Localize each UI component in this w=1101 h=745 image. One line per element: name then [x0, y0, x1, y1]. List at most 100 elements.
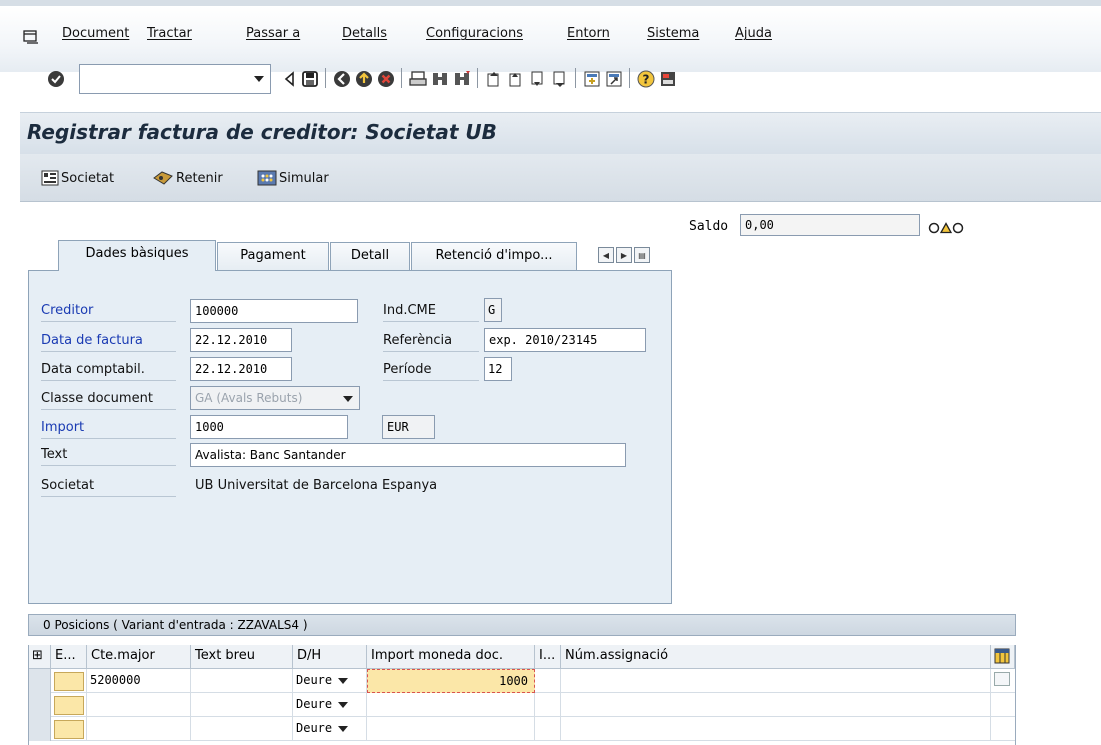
cte-major-cell[interactable]: 5200000 [87, 669, 191, 693]
column-header-status[interactable]: E... [51, 645, 87, 669]
save-icon[interactable] [301, 70, 319, 88]
data-comptabil-field[interactable]: 22.12.2010 [190, 357, 292, 381]
periode-label: Període [383, 362, 479, 381]
dh-select[interactable]: Deure [293, 693, 367, 717]
tab-navigation: ◀ ▶ ▤ [598, 247, 650, 263]
new-session-icon[interactable] [583, 70, 601, 88]
tab-detall[interactable]: Detall [330, 242, 410, 270]
i-cell[interactable] [535, 693, 561, 717]
toolbar-separator [401, 68, 402, 88]
tab-pagament[interactable]: Pagament [217, 242, 329, 270]
print-icon[interactable] [409, 70, 427, 88]
status-cell[interactable] [51, 669, 87, 693]
num-assignacio-cell[interactable] [561, 669, 991, 693]
tab-scroll-right-icon[interactable]: ▶ [616, 247, 632, 263]
creditor-label[interactable]: Creditor [41, 303, 176, 322]
retenir-button[interactable]: Retenir [152, 170, 223, 186]
tab-scroll-left-icon[interactable]: ◀ [598, 247, 614, 263]
cte-major-cell[interactable] [87, 693, 191, 717]
chevron-down-icon[interactable] [338, 725, 349, 732]
menu-ajuda[interactable]: Ajuda [735, 26, 772, 41]
dh-select[interactable]: Deure [293, 717, 367, 741]
status-cell[interactable] [51, 717, 87, 741]
column-header-i[interactable]: I... [535, 645, 561, 669]
toolbar-separator [477, 68, 478, 88]
shortcut-icon[interactable] [605, 70, 623, 88]
text-field[interactable]: Avalista: Banc Santander [190, 443, 626, 467]
referencia-field[interactable]: exp. 2010/23145 [484, 328, 646, 352]
toolbar-separator [325, 68, 326, 88]
import-field[interactable]: 1000 [190, 415, 348, 439]
last-page-icon[interactable] [551, 70, 569, 88]
table-row: Deure [29, 717, 1015, 741]
dh-select[interactable]: Deure [293, 669, 367, 693]
data-factura-field[interactable]: 22.12.2010 [190, 328, 292, 352]
enter-check-icon[interactable] [47, 70, 65, 88]
societat-button[interactable]: Societat [41, 170, 114, 186]
tab-dades-basiques[interactable]: Dades bàsiques [58, 240, 216, 271]
row-selector[interactable] [29, 717, 51, 741]
i-cell[interactable] [535, 717, 561, 741]
status-cell[interactable] [51, 693, 87, 717]
chevron-down-icon[interactable] [343, 396, 353, 402]
first-page-icon[interactable] [485, 70, 503, 88]
find-next-icon[interactable] [453, 70, 471, 88]
system-menu-icon[interactable] [23, 30, 39, 44]
import-cell[interactable] [367, 717, 535, 741]
toolbar-separator [575, 68, 576, 88]
menu-detalls[interactable]: Detalls [342, 26, 387, 41]
column-header-dh[interactable]: D/H [293, 645, 367, 669]
text-breu-cell[interactable] [191, 717, 293, 741]
ind-cme-label: Ind.CME [383, 303, 479, 322]
back-icon[interactable] [333, 70, 351, 88]
chevron-down-icon[interactable] [254, 76, 264, 82]
layout-icon[interactable] [659, 70, 677, 88]
text-breu-cell[interactable] [191, 693, 293, 717]
find-icon[interactable] [431, 70, 449, 88]
num-assignacio-cell[interactable] [561, 693, 991, 717]
menu-entorn[interactable]: Entorn [567, 26, 610, 41]
tab-list-icon[interactable]: ▤ [634, 247, 650, 263]
positions-header: 0 Posicions ( Variant d'entrada : ZZAVAL… [28, 614, 1016, 636]
row-selector[interactable] [29, 669, 51, 693]
next-page-icon[interactable] [529, 70, 547, 88]
menu-passar-a[interactable]: Passar a [246, 26, 300, 41]
command-input[interactable] [80, 65, 240, 93]
i-cell[interactable] [535, 669, 561, 693]
tab-retencio[interactable]: Retenció d'impo... [411, 242, 577, 270]
chevron-down-icon[interactable] [338, 677, 349, 684]
creditor-field[interactable]: 100000 [190, 299, 358, 323]
periode-field[interactable]: 12 [484, 357, 512, 381]
traffic-light-icon [928, 222, 964, 234]
hold-icon [153, 171, 173, 185]
import-cell[interactable] [367, 693, 535, 717]
select-all-icon[interactable]: ⊞ [29, 645, 51, 669]
cte-major-cell[interactable] [87, 717, 191, 741]
import-cell[interactable]: 1000 [367, 669, 535, 693]
row-selector[interactable] [29, 693, 51, 717]
column-header-import[interactable]: Import moneda doc. [367, 645, 535, 669]
help-icon[interactable]: ? [637, 70, 655, 88]
column-header-num-assignacio[interactable]: Núm.assignació [561, 645, 991, 669]
saldo-field: 0,00 [740, 214, 920, 236]
simular-button[interactable]: Simular [257, 170, 329, 186]
classe-document-select[interactable]: GA (Avals Rebuts) [190, 386, 360, 410]
command-field[interactable] [79, 64, 271, 94]
back-arrow-icon[interactable] [281, 70, 299, 88]
data-factura-label[interactable]: Data de factura [41, 333, 176, 352]
previous-page-icon[interactable] [507, 70, 525, 88]
column-header-text-breu[interactable]: Text breu [191, 645, 293, 669]
num-assignacio-cell[interactable] [561, 717, 991, 741]
text-breu-cell[interactable] [191, 669, 293, 693]
vertical-scrollbar[interactable] [994, 672, 1010, 686]
import-label[interactable]: Import [41, 420, 176, 439]
menu-tractar[interactable]: Tractar [147, 26, 192, 41]
cancel-icon[interactable] [377, 70, 395, 88]
column-header-cte-major[interactable]: Cte.major [87, 645, 191, 669]
menu-sistema[interactable]: Sistema [647, 26, 699, 41]
table-settings-icon[interactable] [991, 645, 1015, 669]
menu-document[interactable]: Document [62, 26, 129, 41]
chevron-down-icon[interactable] [338, 701, 349, 708]
exit-icon[interactable] [355, 70, 373, 88]
menu-configuracions[interactable]: Configuracions [426, 26, 523, 41]
